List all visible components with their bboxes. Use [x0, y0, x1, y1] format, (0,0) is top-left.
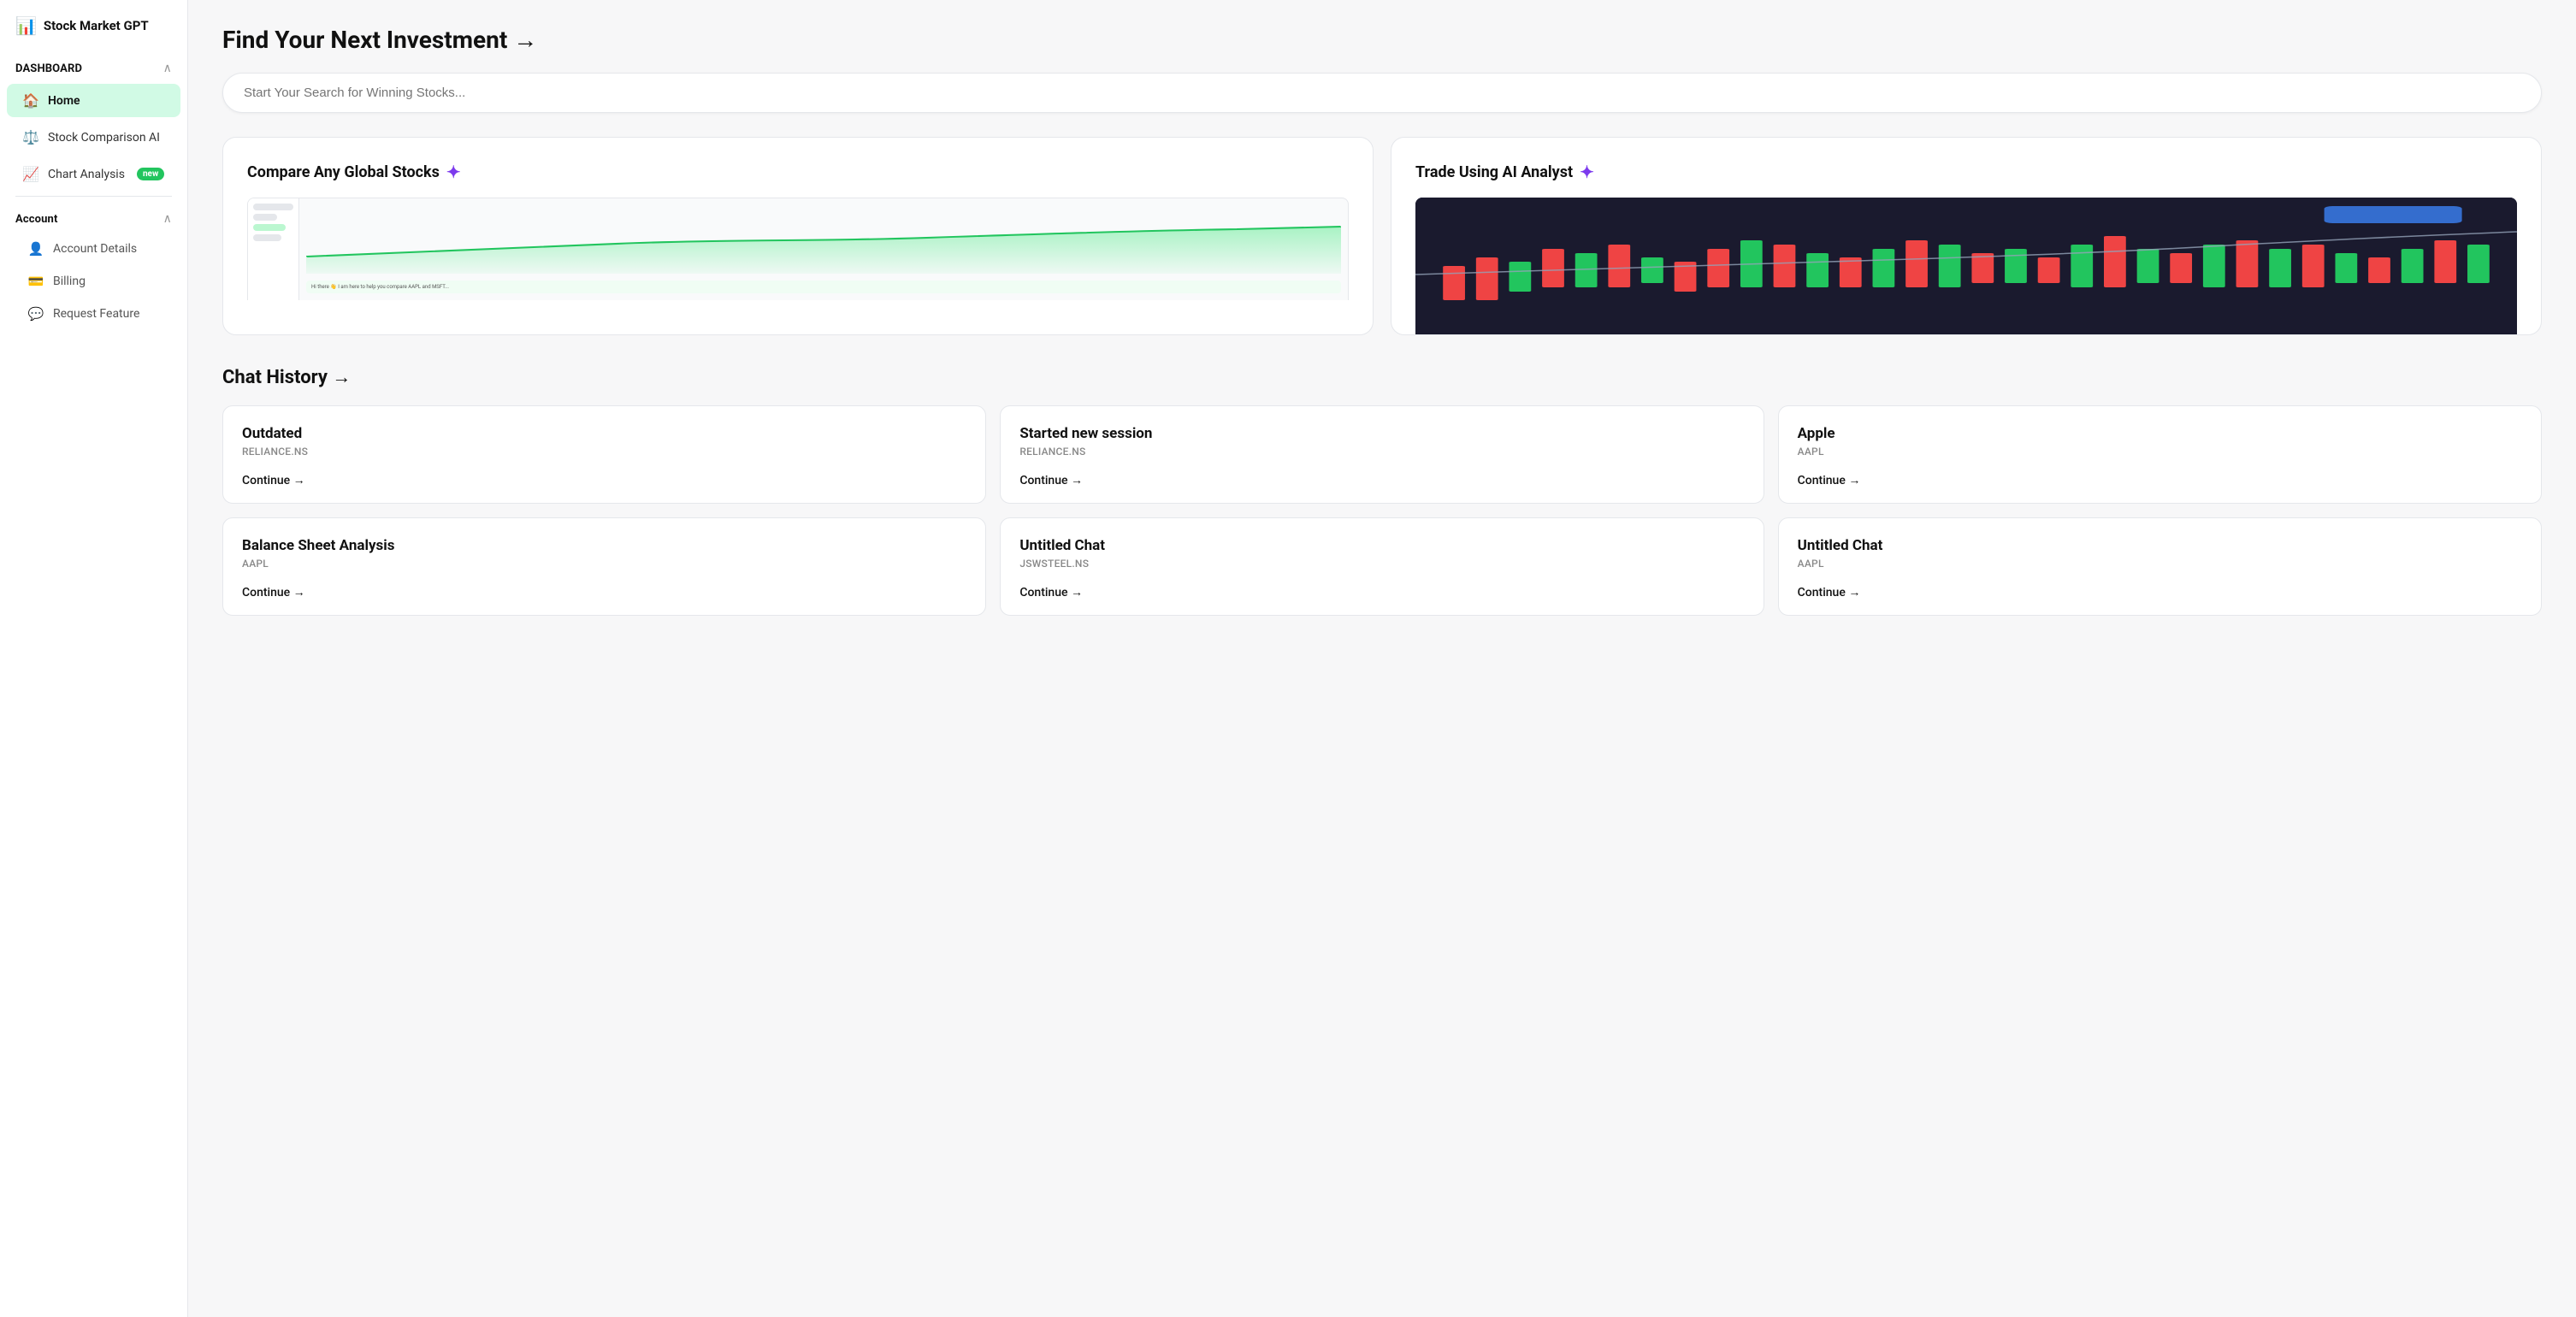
chat-history-grid: Outdated RELIANCE.NS Continue → Started … [222, 405, 2542, 616]
app-name: Stock Market GPT [44, 18, 149, 33]
sidebar-item-chart-analysis[interactable]: 📈 Chart Analysis new [7, 157, 180, 191]
chat-card-apple[interactable]: Apple AAPL Continue → [1778, 405, 2542, 504]
chat-card-balance-subtitle: AAPL [242, 558, 966, 570]
main-content: Find Your Next Investment → Compare Any … [188, 0, 2576, 1317]
sidebar-item-stock-comparison[interactable]: ⚖️ Stock Comparison AI [7, 121, 180, 154]
mini-chart: Hi there 👋 I am here to help you compare… [248, 198, 1348, 300]
feature-cards-grid: Compare Any Global Stocks ✦ [222, 137, 2542, 335]
chat-card-untitled2-subtitle: AAPL [1798, 558, 2522, 570]
continue-link-apple[interactable]: Continue → [1798, 473, 2522, 487]
continue-link-outdated[interactable]: Continue → [242, 473, 966, 487]
chat-card-outdated[interactable]: Outdated RELIANCE.NS Continue → [222, 405, 986, 504]
chat-card-untitled-1[interactable]: Untitled Chat JSWSTEEL.NS Continue → [1000, 517, 1764, 616]
chat-card-started-title: Started new session [1019, 425, 1744, 442]
sidebar-item-chart-label: Chart Analysis [48, 168, 125, 181]
compare-card[interactable]: Compare Any Global Stocks ✦ [222, 137, 1374, 335]
sparkle-icon-1: ✦ [446, 162, 461, 182]
trade-card-title: Trade Using AI Analyst ✦ [1415, 162, 2517, 182]
sidebar-item-request-feature[interactable]: 💬 Request Feature [7, 298, 180, 329]
sparkle-icon-2: ✦ [1580, 162, 1594, 182]
person-icon: 👤 [27, 241, 44, 257]
chat-card-balance-title: Balance Sheet Analysis [242, 537, 966, 554]
chat-card-untitled2-title: Untitled Chat [1798, 537, 2522, 554]
mini-nav-2 [253, 214, 277, 221]
chat-card-started-new[interactable]: Started new session RELIANCE.NS Continue… [1000, 405, 1764, 504]
mini-main: Hi there 👋 I am here to help you compare… [299, 198, 1348, 300]
continue-link-untitled2[interactable]: Continue → [1798, 585, 2522, 599]
home-icon: 🏠 [22, 92, 39, 109]
mini-nav-4 [253, 234, 281, 241]
trading-chart-svg [1415, 198, 2517, 334]
chat-card-balance-sheet[interactable]: Balance Sheet Analysis AAPL Continue → [222, 517, 986, 616]
logo-icon: 📊 [15, 15, 37, 36]
compare-card-title: Compare Any Global Stocks ✦ [247, 162, 1349, 182]
comparison-icon: ⚖️ [22, 129, 39, 145]
new-badge: new [137, 168, 164, 180]
request-icon: 💬 [27, 306, 44, 322]
chat-card-apple-subtitle: AAPL [1798, 446, 2522, 458]
chat-card-untitled-2[interactable]: Untitled Chat AAPL Continue → [1778, 517, 2542, 616]
page-title: Find Your Next Investment → [222, 26, 2542, 54]
billing-label: Billing [53, 275, 86, 288]
continue-link-balance[interactable]: Continue → [242, 585, 966, 599]
compare-card-preview: Hi there 👋 I am here to help you compare… [247, 198, 1349, 300]
sidebar-item-account-details[interactable]: 👤 Account Details [7, 233, 180, 264]
billing-icon: 💳 [27, 274, 44, 289]
mini-nav-1 [253, 204, 293, 210]
sidebar-item-home[interactable]: 🏠 Home [7, 84, 180, 117]
dashboard-section-header: DASHBOARD ∧ [0, 50, 187, 82]
chat-card-untitled1-title: Untitled Chat [1019, 537, 1744, 554]
continue-link-untitled1[interactable]: Continue → [1019, 585, 1744, 599]
chat-history-section-title: Chat History → [222, 366, 2542, 388]
chat-card-outdated-subtitle: RELIANCE.NS [242, 446, 966, 458]
chart-icon: 📈 [22, 166, 39, 182]
continue-link-started[interactable]: Continue → [1019, 473, 1744, 487]
sidebar: 📊 Stock Market GPT DASHBOARD ∧ 🏠 Home ⚖️… [0, 0, 188, 1317]
sidebar-divider [15, 196, 172, 197]
chat-card-untitled1-subtitle: JSWSTEEL.NS [1019, 558, 1744, 570]
mini-chart-svg [306, 205, 1341, 274]
account-details-label: Account Details [53, 242, 137, 256]
trade-card[interactable]: Trade Using AI Analyst ✦ [1391, 137, 2542, 335]
chat-card-started-subtitle: RELIANCE.NS [1019, 446, 1744, 458]
account-section-header: Account ∧ [0, 200, 187, 233]
trade-card-preview [1415, 198, 2517, 334]
mini-nav-3 [253, 224, 286, 231]
sidebar-item-stock-comparison-label: Stock Comparison AI [48, 131, 160, 145]
app-logo[interactable]: 📊 Stock Market GPT [0, 0, 187, 50]
mini-sidebar [248, 198, 299, 300]
request-feature-label: Request Feature [53, 307, 139, 321]
sidebar-item-home-label: Home [48, 94, 80, 108]
chat-card-outdated-title: Outdated [242, 425, 966, 442]
chat-card-apple-title: Apple [1798, 425, 2522, 442]
search-input[interactable] [222, 73, 2542, 113]
mini-chat-sim: Hi there 👋 I am here to help you compare… [306, 281, 1341, 293]
sidebar-item-billing[interactable]: 💳 Billing [7, 266, 180, 297]
